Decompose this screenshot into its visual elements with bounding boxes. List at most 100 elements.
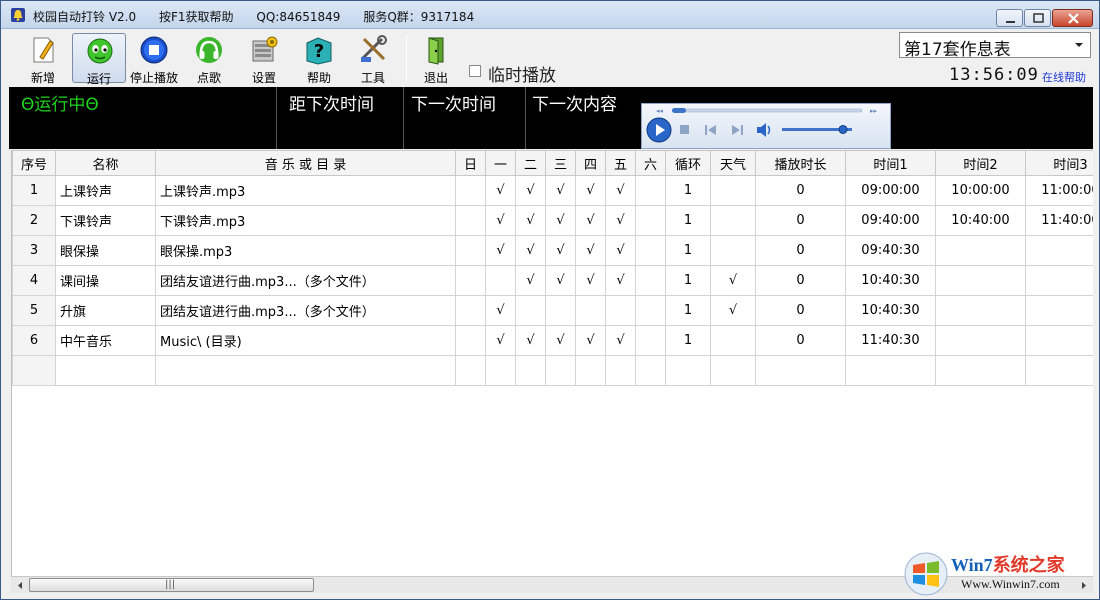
table-cell[interactable]: √ xyxy=(575,235,606,266)
table-cell[interactable]: 11:40:00 xyxy=(1025,205,1093,236)
table-cell[interactable]: 09:00:00 xyxy=(845,175,936,206)
table-row[interactable]: 1 上课铃声 上课铃声.mp3 √ √ √ √ √ 1 0 09:00:00 10:00:00 11:0… xyxy=(12,175,1093,206)
previous-track-icon[interactable] xyxy=(704,124,718,136)
table-cell[interactable] xyxy=(605,295,636,326)
tool-new-button[interactable]: 新增 xyxy=(16,33,70,85)
table-cell[interactable]: Music\ (目录) xyxy=(155,325,456,356)
table-row[interactable]: 6 中午音乐 Music\ (目录) √ √ √ √ √ 1 0 11:40:30 xyxy=(12,325,1093,356)
table-cell[interactable]: 团结友谊进行曲.mp3...（多个文件） xyxy=(155,295,456,326)
column-header[interactable]: 时间2 xyxy=(935,150,1026,176)
table-cell[interactable]: 课间操 xyxy=(55,265,156,296)
table-cell[interactable]: 眼保操.mp3 xyxy=(155,235,456,266)
table-cell[interactable] xyxy=(1025,355,1093,386)
column-header[interactable]: 名称 xyxy=(55,150,156,176)
column-header[interactable]: 三 xyxy=(545,150,576,176)
table-cell[interactable] xyxy=(515,355,546,386)
table-cell[interactable] xyxy=(710,325,756,356)
tool-settings-button[interactable]: 设置 xyxy=(237,33,291,85)
scrollbar-thumb[interactable]: ||| xyxy=(29,578,314,592)
tool-request-song-button[interactable]: 点歌 xyxy=(182,33,236,85)
title-bar[interactable]: 校园自动打铃 V2.0 按F1获取帮助 QQ:84651849 服务Q群：931… xyxy=(1,1,1099,29)
table-cell[interactable]: 10:00:00 xyxy=(935,175,1026,206)
table-cell[interactable]: √ xyxy=(545,175,576,206)
table-cell[interactable] xyxy=(635,205,666,236)
row-index-cell[interactable]: 5 xyxy=(12,295,56,326)
column-header[interactable]: 二 xyxy=(515,150,546,176)
column-header[interactable]: 时间1 xyxy=(845,150,936,176)
table-cell[interactable]: √ xyxy=(605,265,636,296)
table-cell[interactable] xyxy=(935,325,1026,356)
schedule-dropdown[interactable]: 第17套作息表 xyxy=(899,32,1091,60)
maximize-button[interactable] xyxy=(1024,9,1051,27)
table-cell[interactable]: 0 xyxy=(755,205,846,236)
table-cell[interactable]: √ xyxy=(515,325,546,356)
table-cell[interactable] xyxy=(935,235,1026,266)
table-cell[interactable] xyxy=(455,205,486,236)
table-cell[interactable] xyxy=(710,175,756,206)
table-cell[interactable] xyxy=(455,295,486,326)
table-cell[interactable]: √ xyxy=(515,175,546,206)
online-help-link[interactable]: 在线帮助 xyxy=(1042,69,1086,85)
table-cell[interactable] xyxy=(155,355,456,386)
table-cell[interactable]: 09:40:00 xyxy=(845,205,936,236)
table-cell[interactable]: √ xyxy=(575,205,606,236)
column-header[interactable]: 六 xyxy=(635,150,666,176)
table-cell[interactable]: 1 xyxy=(665,205,711,236)
table-cell[interactable]: √ xyxy=(545,265,576,296)
table-cell[interactable] xyxy=(935,265,1026,296)
stop-small-icon[interactable] xyxy=(679,124,691,136)
tool-tools-button[interactable]: 工具 xyxy=(346,33,400,85)
table-cell[interactable]: 0 xyxy=(755,265,846,296)
table-cell[interactable]: 10:40:30 xyxy=(845,295,936,326)
table-cell[interactable]: 10:40:30 xyxy=(845,265,936,296)
table-cell[interactable]: √ xyxy=(710,295,756,326)
column-header[interactable]: 时间3 xyxy=(1025,150,1093,176)
table-cell[interactable]: 1 xyxy=(665,325,711,356)
table-cell[interactable] xyxy=(845,355,936,386)
table-cell[interactable]: √ xyxy=(515,235,546,266)
column-header[interactable]: 四 xyxy=(575,150,606,176)
table-row[interactable] xyxy=(12,355,1093,386)
table-cell[interactable]: 1 xyxy=(665,265,711,296)
volume-icon[interactable] xyxy=(756,122,774,138)
table-cell[interactable]: √ xyxy=(485,325,516,356)
table-cell[interactable] xyxy=(455,325,486,356)
table-cell[interactable]: 11:40:30 xyxy=(845,325,936,356)
table-cell[interactable]: √ xyxy=(575,265,606,296)
table-cell[interactable]: 1 xyxy=(665,295,711,326)
table-cell[interactable]: 1 xyxy=(665,175,711,206)
table-cell[interactable] xyxy=(485,355,516,386)
play-icon[interactable] xyxy=(646,117,672,143)
table-cell[interactable] xyxy=(575,295,606,326)
table-cell[interactable] xyxy=(605,355,636,386)
table-cell[interactable]: √ xyxy=(710,265,756,296)
table-cell[interactable]: 0 xyxy=(755,235,846,266)
table-cell[interactable] xyxy=(455,265,486,296)
column-header[interactable]: 序号 xyxy=(12,150,56,176)
table-cell[interactable] xyxy=(1025,325,1093,356)
table-cell[interactable]: 升旗 xyxy=(55,295,156,326)
table-cell[interactable] xyxy=(545,295,576,326)
table-row[interactable]: 3 眼保操 眼保操.mp3 √ √ √ √ √ 1 0 09:40:30 xyxy=(12,235,1093,266)
table-cell[interactable]: 上课铃声 xyxy=(55,175,156,206)
table-cell[interactable] xyxy=(710,205,756,236)
table-cell[interactable]: √ xyxy=(545,325,576,356)
column-header[interactable]: 循环 xyxy=(665,150,711,176)
table-cell[interactable]: 0 xyxy=(755,295,846,326)
table-cell[interactable]: 09:40:30 xyxy=(845,235,936,266)
temp-play-checkbox[interactable] xyxy=(469,65,481,77)
tool-help-button[interactable]: ? 帮助 xyxy=(292,33,346,85)
table-cell[interactable] xyxy=(635,295,666,326)
next-track-icon[interactable] xyxy=(730,124,744,136)
table-cell[interactable] xyxy=(635,175,666,206)
table-cell[interactable] xyxy=(710,235,756,266)
row-index-cell[interactable]: 1 xyxy=(12,175,56,206)
table-cell[interactable] xyxy=(455,175,486,206)
table-cell[interactable] xyxy=(935,355,1026,386)
table-cell[interactable]: √ xyxy=(605,235,636,266)
table-cell[interactable] xyxy=(665,355,711,386)
table-row[interactable]: 4 课间操 团结友谊进行曲.mp3...（多个文件） √ √ √ √ 1 √ 0 10:40:30 xyxy=(12,265,1093,296)
table-cell[interactable]: √ xyxy=(515,265,546,296)
column-header[interactable]: 播放时长 xyxy=(755,150,846,176)
row-index-cell[interactable]: 3 xyxy=(12,235,56,266)
